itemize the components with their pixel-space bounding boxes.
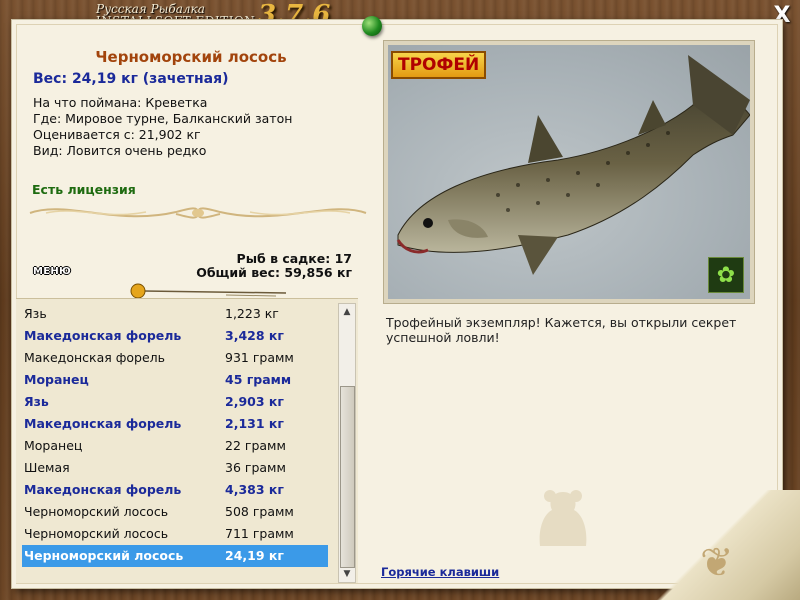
scroll-down-arrow-icon[interactable]: ▼ <box>339 566 355 582</box>
fish-list-name: Македонская форель <box>24 328 182 343</box>
license-status: Есть лицензия <box>32 182 136 197</box>
fish-list-weight: 1,223 кг <box>225 306 279 321</box>
fish-list-name: Черноморский лосось <box>24 526 169 541</box>
rarity-info: Вид: Ловится очень редко <box>33 143 207 158</box>
catch-list[interactable]: Язь 1,223 кг Македонская форель 3,428 кг Мак… <box>22 303 328 567</box>
fish-list-name: Черноморский лосось <box>24 504 169 519</box>
fish-list-weight: 2,131 кг <box>225 416 284 431</box>
fish-list-name: Черноморский лосось <box>24 548 184 563</box>
list-item[interactable]: Черноморский лосось 508 грамм <box>22 501 328 523</box>
bait-info: На что поймана: Креветка <box>33 95 208 110</box>
trophy-badge: ТРОФЕЙ <box>391 51 487 79</box>
hotkeys-link[interactable]: Горячие клавиши <box>381 565 499 579</box>
fish-list-name: Моранец <box>24 372 89 387</box>
net-stats: Рыб в садке: 17 Общий вес: 59,856 кг <box>190 252 352 280</box>
flourish-ornament-icon: ❦ <box>700 540 734 586</box>
fish-list-weight: 508 грамм <box>225 504 294 519</box>
list-item[interactable]: Шемая 36 грамм <box>22 457 328 479</box>
fish-list-weight: 711 грамм <box>225 526 294 541</box>
list-item[interactable]: Язь 2,903 кг <box>22 391 328 413</box>
fish-photo: ТРОФЕЙ ✿ <box>388 45 750 299</box>
net-count: Рыб в садке: 17 <box>236 251 352 266</box>
fishing-rod-icon <box>130 283 286 299</box>
fish-list-name: Македонская форель <box>24 482 182 497</box>
list-item[interactable]: Черноморский лосось 24,19 кг <box>22 545 328 567</box>
list-item[interactable]: Македонская форель 931 грамм <box>22 347 328 369</box>
fish-list-weight: 24,19 кг <box>225 548 284 563</box>
butterfly-icon[interactable]: ✿ <box>708 257 744 293</box>
angler-silhouette-icon <box>539 490 587 546</box>
fish-list-name: Язь <box>24 306 47 321</box>
trophy-message: Трофейный экземпляр! Кажется, вы открыли… <box>386 315 737 345</box>
fish-list-weight: 4,383 кг <box>225 482 284 497</box>
menu-button[interactable]: МЕНЮ <box>33 266 79 280</box>
evaluation-info: Оценивается с: 21,902 кг <box>33 127 201 142</box>
fish-list-weight: 22 грамм <box>225 438 286 453</box>
net-total-weight: Общий вес: 59,856 кг <box>196 265 352 280</box>
list-item[interactable]: Язь 1,223 кг <box>22 303 328 325</box>
fish-list-weight: 45 грамм <box>225 372 292 387</box>
list-item[interactable]: Македонская форель 4,383 кг <box>22 479 328 501</box>
fish-title: Черноморский лосось <box>95 48 287 66</box>
fish-list-weight: 36 грамм <box>225 460 286 475</box>
fish-list-name: Шемая <box>24 460 70 475</box>
fish-list-weight: 931 грамм <box>225 350 294 365</box>
scroll-thumb[interactable] <box>340 386 355 568</box>
fish-list-weight: 2,903 кг <box>225 394 284 409</box>
scroll-up-arrow-icon[interactable]: ▲ <box>339 304 355 320</box>
catch-list-panel: Язь 1,223 кг Македонская форель 3,428 кг Мак… <box>16 298 358 583</box>
list-item[interactable]: Македонская форель 2,131 кг <box>22 413 328 435</box>
list-item[interactable]: Моранец 22 грамм <box>22 435 328 457</box>
list-scrollbar[interactable]: ▲ ▼ <box>338 303 356 583</box>
fish-list-name: Македонская форель <box>24 350 166 365</box>
divider-ornament-icon <box>29 207 367 219</box>
fish-list-name: Македонская форель <box>24 416 182 431</box>
location-info: Где: Мировое турне, Балканский затон <box>33 111 293 126</box>
salmon-image <box>396 55 750 275</box>
fish-list-name: Моранец <box>24 438 83 453</box>
list-item[interactable]: Моранец 45 грамм <box>22 369 328 391</box>
fish-list-weight: 3,428 кг <box>225 328 284 343</box>
pushpin-icon <box>362 16 382 36</box>
list-item[interactable]: Черноморский лосось 711 грамм <box>22 523 328 545</box>
fish-weight: Вес: 24,19 кг (зачетная) <box>33 71 229 87</box>
list-item[interactable]: Македонская форель 3,428 кг <box>22 325 328 347</box>
trophy-photo-frame: ТРОФЕЙ ✿ <box>383 40 755 304</box>
fish-list-name: Язь <box>24 394 49 409</box>
